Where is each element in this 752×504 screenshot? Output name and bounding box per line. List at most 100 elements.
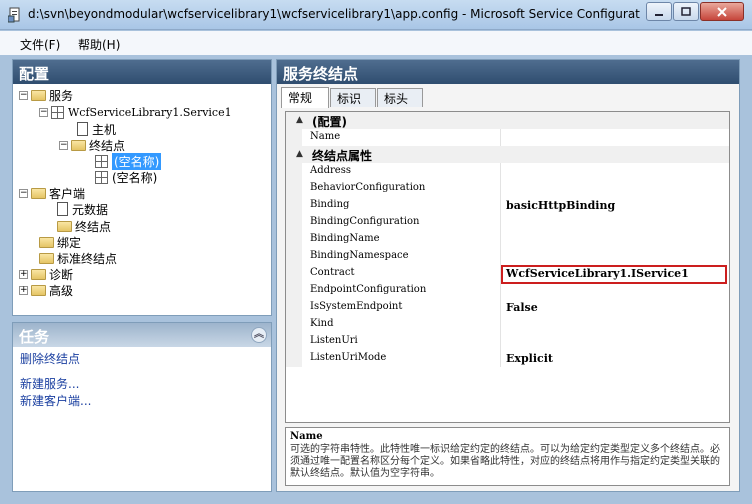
property-row-contract[interactable]: Contract WcfServiceLibrary1.IService1 — [286, 265, 729, 284]
column-divider — [500, 316, 501, 333]
minimize-icon — [655, 13, 663, 16]
menu-help[interactable]: 帮助(H) — [78, 36, 120, 53]
task-new-client[interactable]: 新建客户端... — [20, 392, 91, 409]
folder-icon — [39, 252, 54, 264]
property-row-binding[interactable]: Binding basicHttpBinding — [286, 197, 729, 214]
tree-node-advanced[interactable]: + 高级 — [19, 282, 73, 298]
property-row-bindingnamespace[interactable]: BindingNamespace — [286, 248, 729, 265]
endpoint-icon — [95, 170, 108, 184]
category-config[interactable]: ▲ (配置) — [286, 112, 729, 129]
column-divider — [500, 214, 501, 231]
property-row-kind[interactable]: Kind — [286, 316, 729, 333]
row-gutter — [286, 248, 302, 265]
endpoint-panel-title: 服务终结点 — [277, 60, 739, 84]
collapse-triangle-icon[interactable]: ▲ — [296, 115, 303, 125]
folder-icon — [31, 187, 46, 199]
config-panel: 配置 − 服务 − WcfServiceLibrary1.Service1 主机… — [12, 59, 272, 316]
row-gutter — [286, 163, 302, 180]
tree-label: 主机 — [92, 122, 117, 137]
chevron-up-icon[interactable]: ︽ — [251, 327, 267, 343]
tree-node-endpoint-2[interactable]: (空名称) — [95, 169, 157, 185]
description-title: Name — [290, 431, 323, 442]
collapse-icon[interactable]: − — [19, 90, 28, 100]
tree-node-standard-endpoints[interactable]: 标准终结点 — [39, 250, 117, 266]
property-name: Kind — [310, 318, 334, 329]
property-name: BindingNamespace — [310, 250, 409, 261]
window-title: d:\svn\beyondmodular\wcfservicelibrary1\… — [28, 7, 640, 21]
tab-identity[interactable]: 标识 — [330, 88, 376, 107]
property-name: Address — [310, 165, 351, 176]
property-value[interactable]: basicHttpBinding — [506, 199, 615, 212]
row-gutter — [286, 333, 302, 350]
column-divider — [500, 197, 501, 214]
tasks-panel: 任务 ︽ 删除终结点 新建服务... 新建客户端... — [12, 322, 272, 492]
folder-icon — [71, 139, 86, 151]
property-name: BindingConfiguration — [310, 216, 420, 227]
tree-node-services[interactable]: − 服务 — [19, 87, 73, 103]
property-name: ListenUriMode — [310, 352, 387, 363]
tasks-panel-title: 任务 — [19, 328, 50, 346]
property-row-address[interactable]: Address — [286, 163, 729, 180]
column-divider — [500, 350, 501, 367]
tree-node-endpoint-1[interactable]: (空名称) — [95, 152, 162, 170]
property-row-listenuri[interactable]: ListenUri — [286, 333, 729, 350]
service-icon — [51, 105, 64, 119]
property-row-issystemendpoint[interactable]: IsSystemEndpoint False — [286, 299, 729, 316]
category-endpoint-props[interactable]: ▲ 终结点属性 — [286, 146, 729, 163]
title-bar: d:\svn\beyondmodular\wcfservicelibrary1\… — [0, 0, 752, 30]
task-new-service[interactable]: 新建服务... — [20, 375, 79, 392]
expand-icon[interactable]: + — [19, 269, 28, 279]
tree-node-bindings[interactable]: 绑定 — [39, 234, 81, 250]
row-gutter — [286, 180, 302, 197]
folder-icon — [31, 284, 46, 296]
property-name: IsSystemEndpoint — [310, 301, 403, 312]
column-divider — [500, 163, 501, 180]
tab-general[interactable]: 常规 — [281, 87, 329, 108]
document-icon — [77, 122, 88, 136]
row-gutter — [286, 214, 302, 231]
collapse-icon[interactable]: − — [19, 188, 28, 198]
maximize-button[interactable] — [673, 2, 699, 21]
collapse-icon[interactable]: − — [59, 140, 68, 150]
app-icon — [8, 7, 20, 23]
document-icon — [57, 202, 68, 216]
tree-node-diagnostics[interactable]: + 诊断 — [19, 266, 73, 282]
property-row-bindingconfiguration[interactable]: BindingConfiguration — [286, 214, 729, 231]
tree-node-client-endpoints[interactable]: 终结点 — [57, 218, 111, 234]
tree-label: (空名称) — [112, 170, 158, 185]
property-row-behaviorconfiguration[interactable]: BehaviorConfiguration — [286, 180, 729, 197]
tree-label: 服务 — [49, 88, 74, 103]
collapse-icon[interactable]: − — [39, 107, 48, 117]
property-row-listenurimode[interactable]: ListenUriMode Explicit — [286, 350, 729, 367]
column-divider — [500, 333, 501, 350]
tree-node-client[interactable]: − 客户端 — [19, 185, 85, 201]
category-label: 终结点属性 — [312, 149, 373, 163]
property-value[interactable]: False — [506, 301, 538, 314]
property-name: Binding — [310, 199, 350, 210]
property-row-name[interactable]: Name — [286, 129, 729, 146]
collapse-triangle-icon[interactable]: ▲ — [296, 149, 303, 159]
tree-node-metadata[interactable]: 元数据 — [57, 201, 108, 217]
tab-headers[interactable]: 标头 — [377, 88, 423, 107]
property-value[interactable]: Explicit — [506, 352, 553, 365]
tree-node-service[interactable]: − WcfServiceLibrary1.Service1 — [39, 104, 232, 120]
tree-label: WcfServiceLibrary1.Service1 — [68, 105, 232, 119]
row-gutter — [286, 316, 302, 333]
column-divider — [500, 231, 501, 248]
task-delete-endpoint[interactable]: 删除终结点 — [20, 350, 80, 367]
property-name: Name — [310, 131, 341, 142]
property-row-endpointconfiguration[interactable]: EndpointConfiguration — [286, 282, 729, 299]
tree-node-host[interactable]: 主机 — [77, 121, 116, 137]
folder-icon — [31, 268, 46, 280]
expand-icon[interactable]: + — [19, 285, 28, 295]
property-name: EndpointConfiguration — [310, 284, 427, 295]
tree-label: 终结点 — [75, 219, 112, 234]
config-panel-title: 配置 — [13, 60, 271, 84]
close-button[interactable] — [700, 2, 744, 21]
minimize-button[interactable] — [646, 2, 672, 21]
menu-file[interactable]: 文件(F) — [20, 36, 60, 53]
tree-label: 元数据 — [72, 202, 109, 217]
description-pane: Name 可选的字符串特性。此特性唯一标识给定约定的终结点。可以为给定约定类型定… — [285, 427, 730, 486]
tree-node-endpoints[interactable]: − 终结点 — [59, 137, 125, 153]
property-row-bindingname[interactable]: BindingName — [286, 231, 729, 248]
